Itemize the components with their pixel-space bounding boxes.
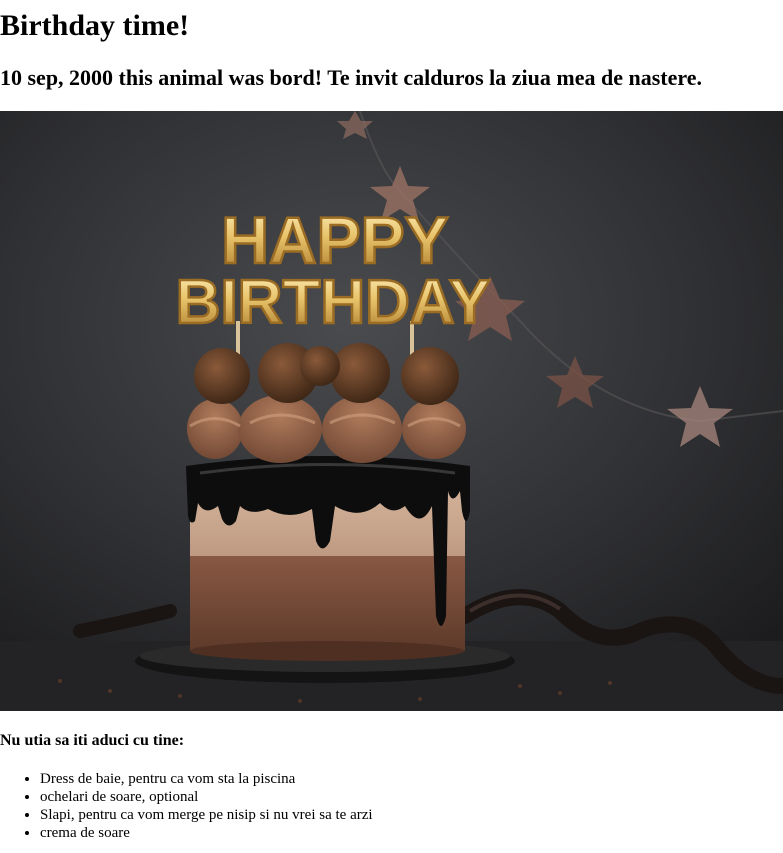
topper-birthday: BIRTHDAY [176, 268, 491, 337]
list-item: ochelari de soare, optional [40, 788, 373, 806]
list-item: crema de soare [40, 824, 373, 842]
bring-heading: Nu utia sa iti aduci cu tine: [0, 732, 185, 749]
page-title: Birthday time! [0, 9, 190, 42]
page-subtitle: 10 sep, 2000 this animal was bord! Te in… [0, 65, 703, 90]
happy-birthday-topper: HAPPY BIRTHDAY [174, 202, 491, 339]
topper-happy: HAPPY [221, 203, 448, 277]
bring-list: Dress de baie, pentru ca vom sta la pisc… [0, 770, 373, 842]
list-item: Slapi, pentru ca vom merge pe nisip si n… [40, 806, 373, 824]
list-item: Dress de baie, pentru ca vom sta la pisc… [40, 770, 373, 788]
birthday-cake-image: HAPPY BIRTHDAY [0, 111, 783, 711]
